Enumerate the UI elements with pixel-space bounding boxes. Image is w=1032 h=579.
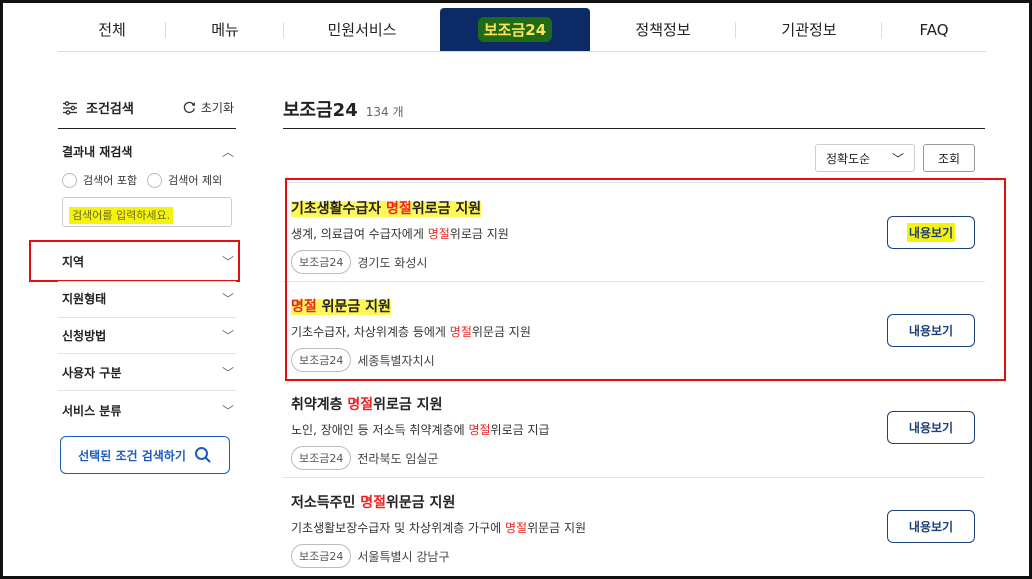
section-label: 사용자 구분 [62, 366, 122, 380]
tab-label: 전체 [98, 21, 126, 39]
refresh-icon [183, 101, 195, 114]
item-title-keyword: 명절 [347, 397, 374, 413]
item-title[interactable]: 저소득주민 명절위문금 지원 [291, 492, 981, 512]
section-label: 서비스 분류 [62, 404, 122, 418]
view-details-button[interactable]: 내용보기 [887, 411, 975, 444]
tab-subsidy24[interactable]: 보조금24 [440, 8, 590, 51]
include-label: 검색어 포함 [83, 174, 138, 187]
chevron-up-icon: ︿ [221, 145, 234, 159]
item-description: 기초생활보장수급자 및 차상위계층 가구에 명절위문금 지원 [291, 519, 981, 536]
query-button[interactable]: 조회 [923, 144, 975, 172]
tab-label: 메뉴 [211, 21, 239, 39]
desc-part: 위로금 지급 [490, 423, 550, 437]
support-type-filter[interactable]: 지원형태 ﹀ [62, 290, 234, 307]
filter-sliders-icon [63, 100, 77, 115]
view-details-button[interactable]: 내용보기 [887, 510, 975, 543]
annotation-box-results [285, 178, 1006, 381]
chevron-down-icon: ﹀ [221, 404, 234, 418]
sidebar-divider [58, 128, 236, 129]
item-title[interactable]: 취약계층 명절위로금 지원 [291, 394, 981, 414]
tab-label: 정책정보 [635, 21, 691, 39]
item-title-part: 위로금 지원 [373, 397, 443, 413]
tab-policy-info[interactable]: 정책정보 [590, 8, 736, 51]
desc-part: 기초생활보장수급자 및 차상위계층 가구에 [291, 521, 505, 535]
item-meta: 보조금24 전라북도 임실군 [291, 446, 981, 470]
tab-label: FAQ [919, 20, 949, 39]
section-divider [58, 390, 236, 391]
tab-civil-service[interactable]: 민원서비스 [284, 8, 440, 51]
list-item: 저소득주민 명절위문금 지원 기초생활보장수급자 및 차상위계층 가구에 명절위… [291, 492, 981, 568]
desc-keyword: 명절 [468, 423, 491, 437]
annotation-box-region [29, 240, 240, 282]
include-radio[interactable]: 검색어 포함 [62, 172, 137, 188]
source-chip: 보조금24 [291, 446, 352, 470]
desc-keyword: 명절 [504, 521, 528, 535]
result-count: 134 개 [365, 105, 404, 119]
section-divider [58, 353, 236, 354]
exclude-radio[interactable]: 검색어 제외 [147, 172, 222, 188]
sort-select[interactable]: 정확도순 ﹀ [815, 144, 915, 172]
page-title: 보조금24 [283, 100, 358, 121]
item-meta: 보조금24 서울특별시 강남구 [291, 544, 981, 568]
filter-title: 조건검색 [62, 98, 134, 117]
keyword-input[interactable]: 검색어를 입력하세요. [62, 197, 232, 227]
item-title-part: 취약계층 [291, 397, 348, 413]
results-divider [283, 128, 985, 129]
tab-label: 보조금24 [477, 17, 553, 42]
apply-method-filter[interactable]: 신청방법 ﹀ [62, 327, 234, 344]
top-tab-bar: 전체 메뉴 민원서비스 보조금24 정책정보 기관정보 FAQ [58, 8, 986, 52]
item-region: 전라북도 임실군 [357, 451, 439, 466]
tab-menu[interactable]: 메뉴 [166, 8, 284, 51]
radio-circle[interactable] [147, 172, 163, 188]
chevron-down-icon: ﹀ [891, 151, 904, 166]
item-title-part: 위문금 지원 [386, 495, 456, 511]
chevron-down-icon: ﹀ [221, 366, 234, 380]
tab-all[interactable]: 전체 [58, 8, 166, 51]
item-region: 서울특별시 강남구 [357, 549, 450, 564]
filter-title-text: 조건검색 [86, 102, 134, 117]
item-description: 노인, 장애인 등 저소득 취약계층에 명절위로금 지급 [291, 421, 981, 438]
keyword-placeholder: 검색어를 입력하세요. [69, 207, 174, 224]
sort-value: 정확도순 [826, 151, 871, 166]
search-conditions-button[interactable]: 선택된 조건 검색하기 [60, 436, 230, 474]
desc-part: 위문금 지원 [527, 521, 587, 535]
reset-button[interactable]: 초기화 [183, 99, 234, 116]
user-type-filter[interactable]: 사용자 구분 ﹀ [62, 364, 234, 381]
radio-circle[interactable] [62, 172, 77, 188]
search-conditions-label: 선택된 조건 검색하기 [78, 448, 186, 463]
tab-faq[interactable]: FAQ [882, 8, 986, 51]
search-mode-radios: 검색어 포함 검색어 제외 [62, 172, 222, 188]
tab-agency-info[interactable]: 기관정보 [736, 8, 882, 51]
item-title-keyword: 명절 [360, 495, 387, 511]
within-search-toggle[interactable]: 결과내 재검색 ︿ [62, 143, 234, 160]
service-category-filter[interactable]: 서비스 분류 ﹀ [62, 402, 234, 419]
list-divider [283, 477, 985, 478]
item-title-part: 저소득주민 [291, 495, 361, 511]
section-label: 지원형태 [62, 292, 107, 306]
section-divider [58, 281, 236, 282]
filter-header: 조건검색 초기화 [62, 98, 234, 117]
desc-part: 노인, 장애인 등 저소득 취약계층에 [291, 423, 469, 437]
section-divider [58, 317, 236, 318]
list-item: 취약계층 명절위로금 지원 노인, 장애인 등 저소득 취약계층에 명절위로금 … [291, 394, 981, 470]
source-chip: 보조금24 [291, 544, 352, 568]
results-heading: 보조금24 134 개 [283, 96, 404, 122]
chevron-down-icon: ﹀ [221, 292, 234, 306]
tab-label: 기관정보 [781, 21, 837, 39]
reset-label: 초기화 [200, 101, 234, 115]
tab-label: 민원서비스 [327, 21, 397, 39]
search-icon [194, 447, 211, 463]
section-label: 신청방법 [62, 329, 107, 343]
exclude-label: 검색어 제외 [168, 174, 223, 187]
within-search-label: 결과내 재검색 [62, 145, 133, 159]
chevron-down-icon: ﹀ [221, 329, 234, 343]
